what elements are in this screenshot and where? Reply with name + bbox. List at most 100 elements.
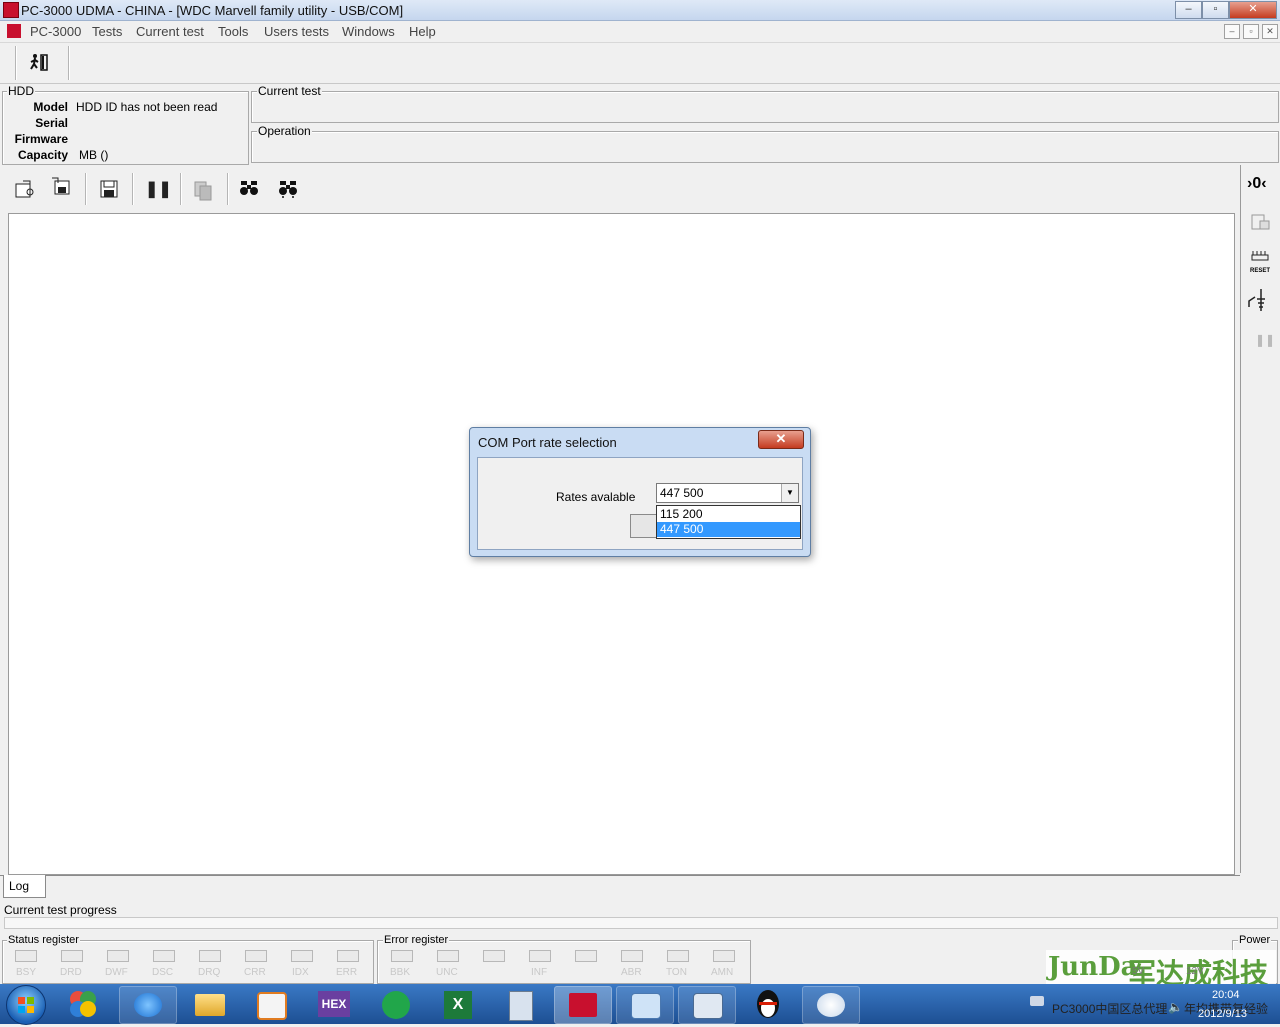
ie-icon	[134, 993, 162, 1017]
model-label: Model	[33, 100, 68, 114]
error-register-label: Error register	[383, 934, 450, 946]
minimize-button[interactable]: –	[1175, 1, 1202, 19]
exit-icon[interactable]	[28, 52, 50, 74]
capacity-label: Capacity	[17, 148, 68, 162]
menu-tests[interactable]: Tests	[92, 24, 122, 39]
error-led	[621, 950, 643, 962]
status-bit-label: DWF	[105, 967, 128, 978]
error-led	[437, 950, 459, 962]
menu-pc3000[interactable]: PC-3000	[30, 24, 81, 39]
status-bit-label: DSC	[152, 967, 174, 978]
status-led	[291, 950, 313, 962]
main-toolbar	[0, 43, 1280, 84]
dialog-body: Rates avalable 447 500 ▼ 115 200 447 500	[477, 457, 803, 550]
status-led	[153, 950, 175, 962]
status-bit-label: CRR	[244, 967, 266, 978]
mdi-app-icon[interactable]	[7, 24, 21, 38]
com-port-dialog: COM Port rate selection ✕ Rates avalable…	[469, 427, 811, 557]
menu-tools[interactable]: Tools	[218, 24, 248, 39]
taskbar-calculator-button[interactable]	[492, 986, 548, 1022]
taskbar-explorer-button[interactable]	[183, 986, 239, 1022]
menu-bar: PC-3000 Tests Current test Tools Users t…	[0, 21, 1280, 43]
status-bit-label: DRQ	[198, 967, 221, 978]
taskbar-control-panel-button[interactable]	[616, 986, 674, 1024]
taskbar-excel-button[interactable]: X	[430, 986, 486, 1022]
rates-label: Rates avalable	[556, 490, 636, 504]
taskbar-media-button[interactable]	[243, 986, 299, 1022]
rate-option-selected[interactable]: 447 500	[657, 522, 800, 537]
app-icon[interactable]	[3, 2, 19, 18]
find-icon[interactable]	[238, 177, 260, 199]
menu-users-tests[interactable]: Users tests	[264, 24, 329, 39]
status-bit-label: BSY	[16, 967, 37, 978]
clock-time[interactable]: 20:04	[1212, 989, 1240, 1001]
menu-help[interactable]: Help	[409, 24, 436, 39]
toolbar-separator	[68, 46, 70, 80]
test-toolbar: ❚❚	[0, 167, 1238, 211]
port-status-icon[interactable]: ›0‹	[1247, 175, 1267, 193]
toolbar-separator	[85, 173, 87, 205]
taskbar-paint-button[interactable]	[802, 986, 860, 1024]
power-12v-label: 12V	[1186, 966, 1204, 977]
rate-option[interactable]: 115 200	[657, 507, 800, 522]
status-led	[107, 950, 129, 962]
power-5v-label: 5V	[1132, 966, 1145, 977]
error-register-group	[377, 940, 751, 984]
computer-icon	[693, 993, 723, 1019]
model-value: HDD ID has not been read	[76, 100, 218, 114]
watermark: JunDa 军达成科技 5V 12V	[1046, 950, 1276, 989]
capacity-value: MB ()	[79, 148, 109, 162]
error-bit-label: TON	[666, 967, 687, 978]
find-next-icon[interactable]	[277, 177, 299, 199]
maximize-button[interactable]: ▫	[1202, 1, 1229, 19]
mdi-restore-button[interactable]: ▫	[1243, 24, 1259, 39]
tray-keyboard-icon[interactable]	[1030, 996, 1044, 1006]
speaker-icon[interactable]: 🔈	[1168, 1000, 1183, 1014]
firmware-label: Firmware	[14, 132, 68, 146]
rate-select[interactable]: 447 500 ▼	[656, 483, 799, 503]
error-bit-label: BBK	[390, 967, 411, 978]
hdd-info-icon[interactable]	[1251, 213, 1271, 231]
reset-icon[interactable]: RESET	[1249, 249, 1273, 275]
power-switch-icon[interactable]	[1247, 287, 1273, 313]
status-led	[15, 950, 37, 962]
menu-current-test[interactable]: Current test	[136, 24, 204, 39]
excel-icon: X	[444, 991, 472, 1019]
current-test-group	[251, 91, 1279, 123]
serial-label: Serial	[35, 116, 68, 130]
error-bit-label: ABR	[621, 967, 642, 978]
status-register-label: Status register	[7, 934, 80, 946]
progress-label: Current test progress	[4, 903, 117, 917]
mdi-close-button[interactable]: ✕	[1262, 24, 1278, 39]
clock-date[interactable]: 2012/9/13	[1198, 1008, 1247, 1020]
save-icon[interactable]	[98, 178, 120, 200]
paint-app-icon[interactable]	[60, 986, 108, 1022]
error-led	[575, 950, 597, 962]
status-led	[61, 950, 83, 962]
copy-icon[interactable]	[192, 179, 214, 201]
close-button[interactable]: ✕	[1229, 1, 1277, 19]
tab-divider	[0, 875, 1240, 876]
chevron-down-icon[interactable]: ▼	[781, 484, 798, 502]
status-bit-label: ERR	[336, 967, 358, 978]
mdi-minimize-button[interactable]: –	[1224, 24, 1240, 39]
status-register-group	[2, 940, 374, 984]
taskbar-qq-button[interactable]	[740, 986, 796, 1022]
taskbar-computer-button[interactable]	[678, 986, 736, 1024]
pause-icon[interactable]: ❚❚	[145, 179, 172, 201]
error-led	[713, 950, 735, 962]
menu-windows[interactable]: Windows	[342, 24, 395, 39]
taskbar-browser-button[interactable]	[368, 986, 424, 1022]
tab-log[interactable]: Log	[3, 875, 46, 898]
taskbar-hex-button[interactable]: HEX	[306, 986, 362, 1022]
palette-icon	[817, 993, 845, 1017]
taskbar-ie-button[interactable]	[119, 986, 177, 1024]
watermark-brand: JunDa	[1048, 952, 1138, 982]
toolbar-separator	[227, 173, 229, 205]
start-button[interactable]	[6, 985, 46, 1025]
taskbar-pc3000-button[interactable]	[554, 986, 612, 1024]
load-test-icon[interactable]	[50, 176, 72, 198]
dialog-close-button[interactable]: ✕	[758, 430, 804, 449]
error-led	[667, 950, 689, 962]
open-test-icon[interactable]	[13, 178, 35, 200]
